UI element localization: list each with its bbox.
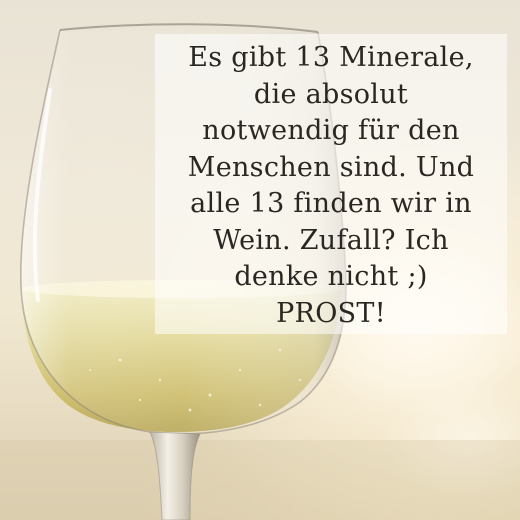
- caption-panel: Es gibt 13 Minerale, die absolut notwend…: [155, 34, 507, 334]
- table-surface: [0, 440, 520, 520]
- photo-scene: Es gibt 13 Minerale, die absolut notwend…: [0, 0, 520, 520]
- caption-text: Es gibt 13 Minerale, die absolut notwend…: [187, 42, 475, 329]
